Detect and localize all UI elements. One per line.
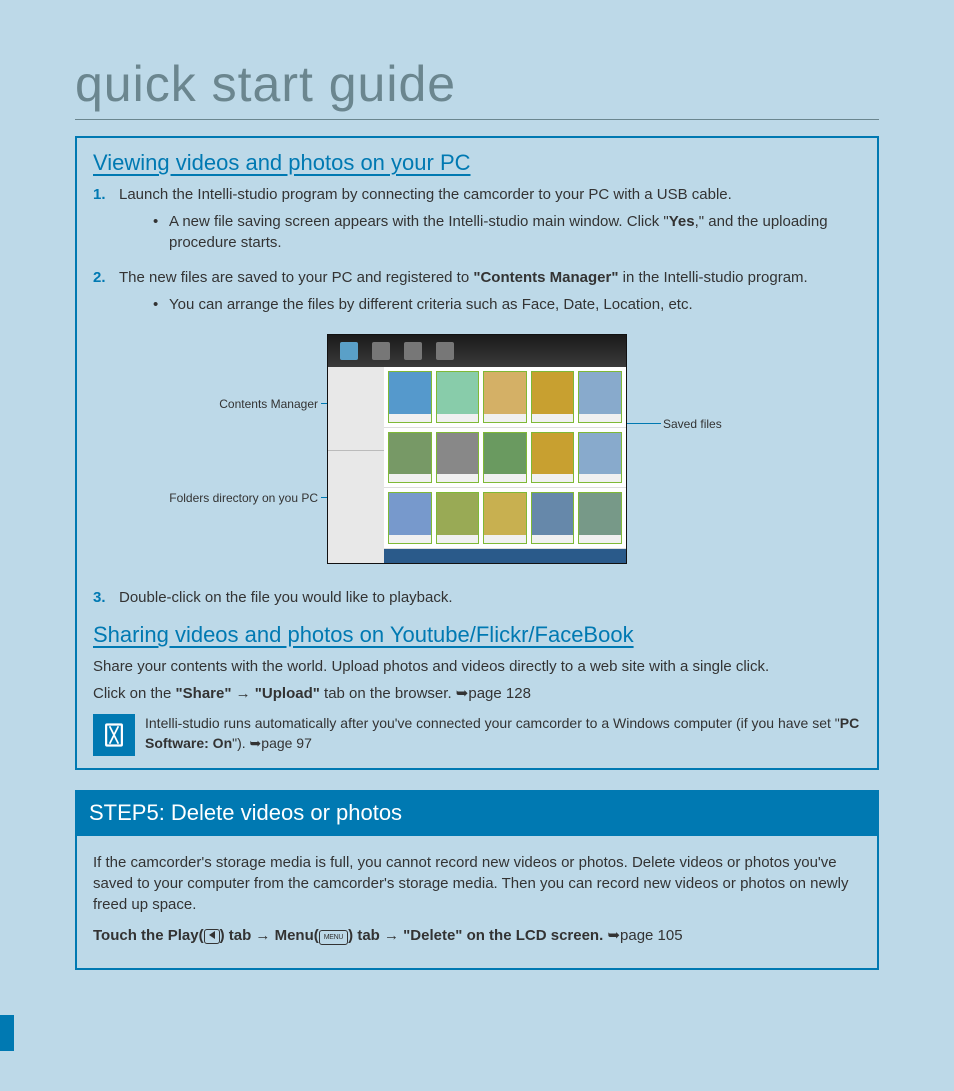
heading-sharing: Sharing videos and photos on Youtube/Fli… (93, 622, 861, 648)
sharing-text-a: Click on the (93, 685, 176, 702)
note-icon (93, 714, 135, 756)
toolbar-icon (372, 342, 390, 360)
screenshot-main (384, 367, 626, 563)
share-upload-bold: "Share" → "Upload" (176, 685, 320, 702)
screenshot-sidebar (328, 367, 384, 563)
touch-text-c: ) tab → "Delete" on the LCD screen. (348, 927, 607, 944)
step-2-bullet: You can arrange the files by different c… (153, 294, 861, 315)
page-ref-105: ➥page 105 (607, 927, 682, 944)
callout-saved-files: Saved files (663, 417, 722, 431)
sharing-para-1: Share your contents with the world. Uplo… (93, 656, 861, 677)
yes-bold: Yes (669, 213, 695, 230)
intelli-studio-diagram: Contents Manager Folders directory on yo… (93, 329, 861, 569)
sidebar-folders (328, 451, 384, 563)
page-ref-97: ➥page 97 (250, 735, 312, 751)
page-ref-128: ➥page 128 (456, 683, 531, 704)
step5-heading-bar: STEP5: Delete videos or photos (75, 790, 879, 836)
contents-manager-bold: "Contents Manager" (473, 269, 618, 286)
section-viewing-sharing: Viewing videos and photos on your PC 1. … (75, 136, 879, 770)
info-text-c: "). (232, 735, 249, 751)
step-1: 1. Launch the Intelli-studio program by … (93, 184, 861, 253)
info-note: Intelli-studio runs automatically after … (93, 714, 861, 756)
step1-bullet-text-a: A new file saving screen appears with th… (169, 213, 669, 230)
step-1-number: 1. (93, 184, 106, 205)
intelli-studio-screenshot (327, 334, 627, 564)
screenshot-footer (384, 549, 626, 563)
step5-para: If the camcorder's storage media is full… (93, 852, 861, 915)
step-2-text-c: in the Intelli-studio program. (618, 269, 807, 286)
sidebar-contents-manager (328, 367, 384, 451)
step-3: 3. Double-click on the file you would li… (93, 587, 861, 608)
toolbar-icon (404, 342, 422, 360)
info-text-a: Intelli-studio runs automatically after … (145, 715, 840, 731)
sharing-para-2: Click on the "Share" → "Upload" tab on t… (93, 683, 861, 704)
heading-viewing: Viewing videos and photos on your PC (93, 150, 861, 176)
side-tab (0, 1015, 14, 1051)
callout-contents-manager: Contents Manager (198, 397, 318, 411)
section-step5: If the camcorder's storage media is full… (75, 836, 879, 970)
screenshot-toolbar (328, 335, 626, 367)
play-triangle-icon (209, 931, 215, 939)
step-3-text: Double-click on the file you would like … (119, 589, 453, 606)
step-2: 2. The new files are saved to your PC an… (93, 267, 861, 315)
step5-touch-line: Touch the Play( ) tab → Menu(MENU) tab → … (93, 925, 861, 946)
touch-text-b: ) tab → Menu( (220, 927, 319, 944)
touch-text-a: Touch the Play( (93, 927, 204, 944)
step-2-number: 2. (93, 267, 106, 288)
toolbar-icon (436, 342, 454, 360)
toolbar-icon (340, 342, 358, 360)
step-1-bullet: A new file saving screen appears with th… (153, 211, 861, 253)
step-3-number: 3. (93, 587, 106, 608)
page-title: quick start guide (75, 55, 879, 120)
info-note-text: Intelli-studio runs automatically after … (145, 714, 861, 753)
step-2-text-a: The new files are saved to your PC and r… (119, 269, 473, 286)
callout-folders: Folders directory on you PC (153, 491, 318, 505)
play-icon-box (204, 929, 220, 944)
sharing-text-c: tab on the browser. (320, 685, 456, 702)
step-1-text: Launch the Intelli-studio program by con… (119, 186, 732, 203)
menu-icon-box: MENU (319, 930, 348, 945)
